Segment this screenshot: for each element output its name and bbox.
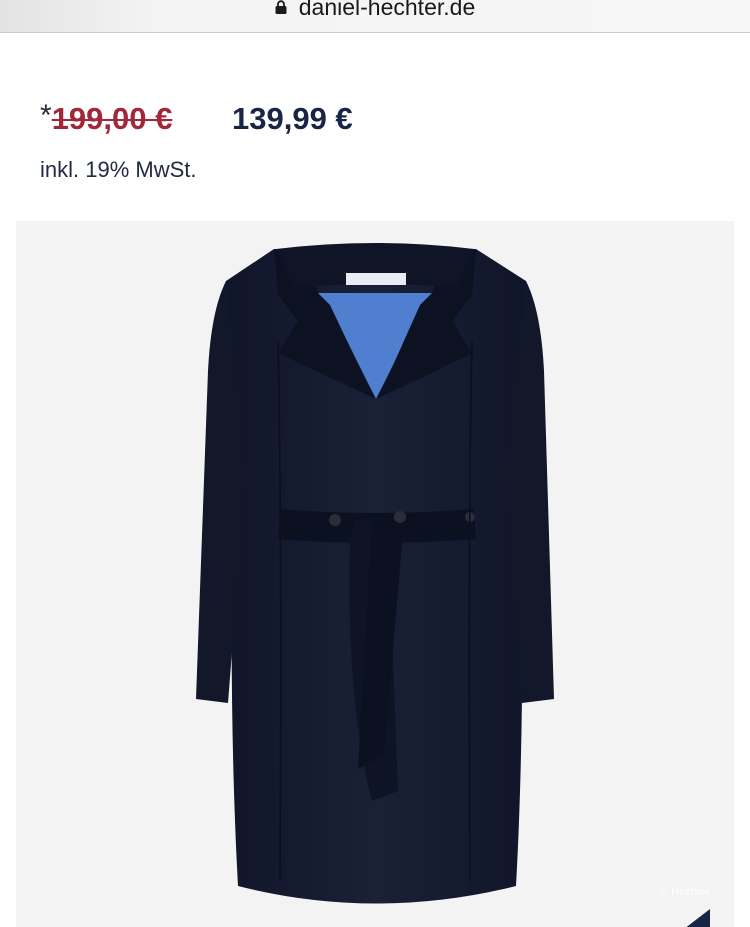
price-row: *199,00 € 139,99 € [40,96,353,142]
url-text: daniel-hechter.de [298,0,476,20]
browser-address-bar[interactable]: daniel-hechter.de [0,0,750,33]
image-watermark: © Hechter [660,886,710,898]
sale-price: 139,99 € [232,101,353,136]
product-image[interactable]: © Hechter [16,221,734,927]
price-footnote-marker: * [40,99,52,132]
url-container[interactable]: daniel-hechter.de [0,0,750,21]
lock-icon [275,0,287,14]
old-price: 199,00 € [51,101,173,136]
coat-illustration [196,243,554,904]
tax-note: inkl. 19% MwSt. [40,157,197,182]
